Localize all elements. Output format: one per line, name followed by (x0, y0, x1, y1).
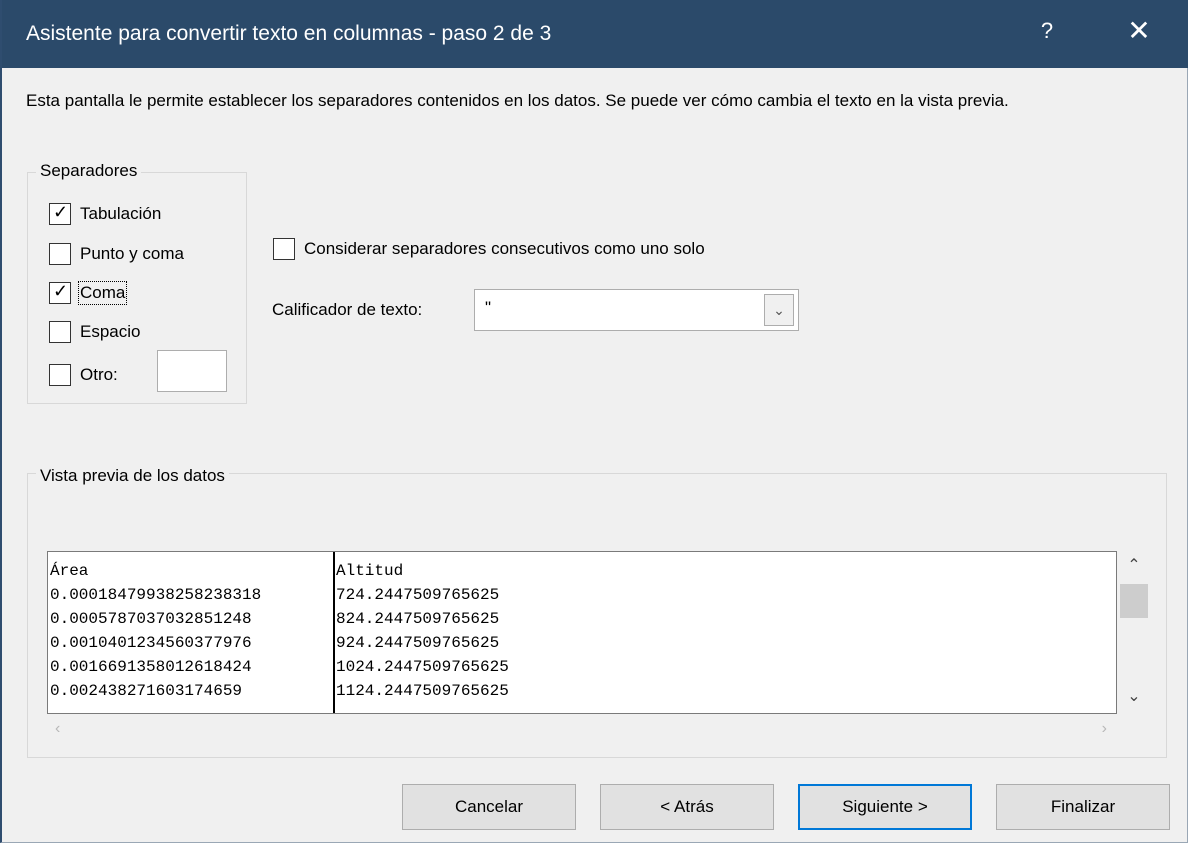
space-separator-option[interactable]: Espacio (49, 321, 140, 343)
finish-button[interactable]: Finalizar (996, 784, 1170, 830)
table-cell: 0.002438271603174659 (50, 682, 243, 700)
semicolon-label: Punto y coma (80, 244, 184, 263)
preview-horizontal-scrollbar[interactable]: ‹ › (47, 714, 1117, 744)
table-cell: 1024.2447509765625 (336, 658, 509, 676)
check-icon: ✓ (53, 281, 69, 301)
space-checkbox[interactable] (49, 321, 71, 343)
back-button[interactable]: < Atrás (600, 784, 774, 830)
comma-checkbox[interactable]: ✓ (49, 281, 71, 304)
table-row: 0.002438271603174659 1124.2447509765625 (48, 682, 509, 706)
consecutive-separators-option[interactable]: Considerar separadores consecutivos como… (273, 238, 705, 260)
table-cell: 1124.2447509765625 (336, 682, 509, 700)
data-preview-area[interactable]: Área Altitud 0.00018479938258238318 724.… (47, 551, 1117, 714)
column-break-line[interactable] (333, 552, 335, 713)
chevron-right-icon[interactable]: › (1102, 720, 1107, 738)
other-separator-option[interactable]: Otro: (49, 364, 118, 386)
table-cell: 0.0016691358012618424 (50, 658, 252, 676)
table-cell: Área (50, 562, 89, 580)
text-qualifier-select[interactable]: " ⌄ (474, 289, 799, 331)
space-label: Espacio (80, 322, 141, 341)
consecutive-label: Considerar separadores consecutivos como… (304, 239, 705, 258)
table-row: 0.0010401234560377976 924.2447509765625 (48, 634, 499, 658)
text-qualifier-label: Calificador de texto: (272, 300, 423, 319)
preview-vertical-scrollbar[interactable]: ⌃ ⌄ (1117, 551, 1151, 714)
help-button[interactable]: ? (1032, 18, 1062, 44)
scrollbar-thumb[interactable] (1120, 584, 1148, 618)
semicolon-checkbox[interactable] (49, 243, 71, 265)
table-cell: 0.0010401234560377976 (50, 634, 252, 652)
table-cell: 0.0005787037032851248 (50, 610, 252, 628)
tab-separator-option[interactable]: ✓ Tabulación (49, 202, 162, 225)
text-qualifier-value: " (485, 298, 492, 317)
consecutive-checkbox[interactable] (273, 238, 295, 260)
data-preview-group-title: Vista previa de los datos (36, 466, 229, 486)
table-cell: 824.2447509765625 (336, 610, 500, 628)
other-separator-input[interactable] (157, 350, 227, 392)
table-cell: 0.00018479938258238318 (50, 586, 262, 604)
cancel-button[interactable]: Cancelar (402, 784, 576, 830)
other-label: Otro: (80, 365, 118, 384)
close-button[interactable]: ✕ (1122, 14, 1156, 47)
table-row: 0.0005787037032851248 824.2447509765625 (48, 610, 499, 634)
semicolon-separator-option[interactable]: Punto y coma (49, 243, 184, 265)
instructions-text: Esta pantalla le permite establecer los … (26, 91, 1009, 110)
separators-group-title: Separadores (36, 161, 142, 181)
comma-separator-option[interactable]: ✓ Coma (49, 281, 128, 305)
window-title: Asistente para convertir texto en column… (26, 22, 552, 45)
chevron-up-icon[interactable]: ⌃ (1117, 555, 1151, 579)
table-cell: 724.2447509765625 (336, 586, 500, 604)
table-cell: Altitud (336, 562, 404, 580)
chevron-down-icon[interactable]: ⌄ (1117, 686, 1151, 710)
tab-checkbox[interactable]: ✓ (49, 202, 71, 225)
title-bar: Asistente para convertir texto en column… (2, 0, 1188, 68)
next-button[interactable]: Siguiente > (798, 784, 972, 830)
chevron-down-icon[interactable]: ⌄ (764, 294, 794, 326)
tab-label: Tabulación (80, 204, 162, 223)
table-cell: 924.2447509765625 (336, 634, 500, 652)
text-to-columns-dialog: Asistente para convertir texto en column… (0, 0, 1188, 843)
check-icon: ✓ (53, 202, 69, 222)
table-row: Área Altitud (48, 562, 403, 586)
other-checkbox[interactable] (49, 364, 71, 386)
table-row: 0.0016691358012618424 1024.2447509765625 (48, 658, 509, 682)
comma-label: Coma (77, 281, 128, 305)
table-row: 0.00018479938258238318 724.2447509765625 (48, 586, 499, 610)
chevron-left-icon[interactable]: ‹ (55, 720, 60, 738)
